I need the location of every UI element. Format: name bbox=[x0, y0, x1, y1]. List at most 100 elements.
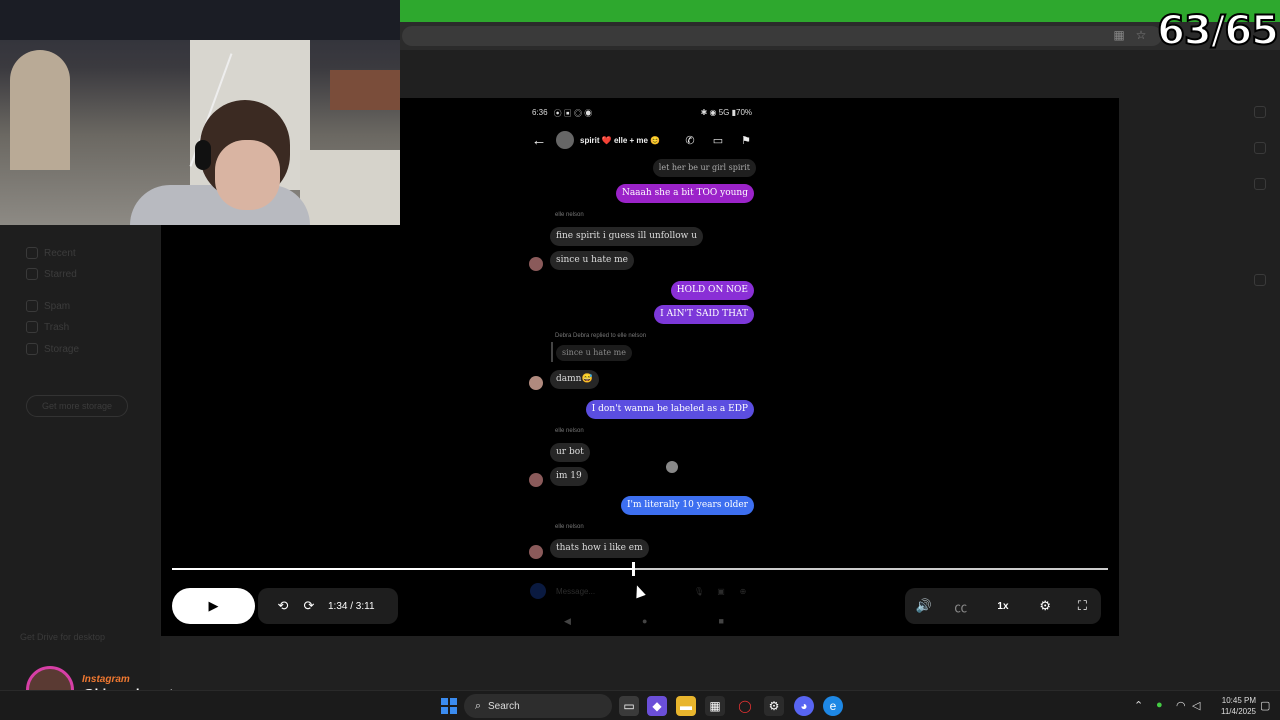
background-sidebar: Recent Starred Spam Trash Storage Get mo… bbox=[0, 225, 160, 690]
rewind-icon[interactable]: ⟲ bbox=[270, 598, 296, 614]
message-sent: I AIN'T SAID THAT bbox=[654, 305, 754, 324]
status-time: 6:36 bbox=[532, 108, 548, 117]
phone-screen-recording: 6:36 ⦿ ▣ ◎ ◉ ✱ ◉ 5G ▮70% ← spirit ❤️ ell… bbox=[524, 98, 760, 636]
file-explorer-icon[interactable]: ▬ bbox=[676, 696, 696, 716]
chat-title: spirit ❤️ elle + me 😊 bbox=[580, 135, 661, 145]
webcam-feed bbox=[0, 0, 400, 225]
plus-icon[interactable]: ⊕ bbox=[732, 587, 754, 596]
app-icon[interactable]: ⚙ bbox=[764, 696, 784, 716]
message-sent: let her be ur girl spirit bbox=[652, 159, 756, 177]
message-received: fine spirit i guess ill unfollow u bbox=[550, 227, 703, 246]
windows-start-icon[interactable] bbox=[441, 698, 457, 714]
nav-recents-icon[interactable]: ■ bbox=[719, 616, 724, 628]
apps-icon[interactable]: ▦ bbox=[1112, 28, 1126, 42]
message-sent: I don't wanna be labeled as a EDP bbox=[585, 400, 754, 419]
sidebar-item-trash[interactable]: Trash bbox=[26, 321, 69, 333]
sidebar-item-starred[interactable]: Starred bbox=[26, 268, 77, 280]
progress-thumb[interactable] bbox=[631, 562, 635, 576]
headset-icon bbox=[195, 140, 211, 170]
get-storage-button[interactable]: Get more storage bbox=[26, 395, 128, 417]
flag-icon[interactable]: ⚑ bbox=[736, 134, 756, 147]
task-view-icon[interactable]: ▭ bbox=[619, 696, 639, 716]
sidebar-item-spam[interactable]: Spam bbox=[26, 300, 70, 312]
webcam-ceiling bbox=[0, 0, 400, 40]
status-left-icons: ⦿ ▣ ◎ ◉ bbox=[553, 109, 593, 118]
score-counter: 63/65 bbox=[1156, 7, 1280, 55]
video-call-icon[interactable]: ▭ bbox=[708, 134, 728, 147]
rail-icon[interactable] bbox=[1254, 274, 1266, 286]
chat-header: ← spirit ❤️ elle + me 😊 ✆ ▭ ⚑ bbox=[528, 128, 756, 152]
play-button[interactable]: ▶ bbox=[172, 588, 255, 624]
star-icon bbox=[26, 268, 38, 280]
player-right-controls: 🔊 ㏄ 1x ⚙ ⛶ bbox=[905, 588, 1101, 624]
time-display: 1:34 / 3:11 bbox=[328, 600, 375, 612]
reply-note: Debra Debra replied to elle nelson bbox=[555, 333, 647, 339]
composer-placeholder: Message... bbox=[556, 586, 596, 596]
avatar bbox=[529, 376, 543, 390]
back-arrow-icon[interactable]: ← bbox=[528, 132, 550, 149]
seek-time-group: ⟲ ⟳ 1:34 / 3:11 bbox=[258, 588, 398, 624]
fullscreen-icon[interactable]: ⛶ bbox=[1069, 598, 1095, 614]
message-sent: Naaah she a bit TOO young bbox=[615, 184, 754, 203]
captions-icon[interactable]: ㏄ bbox=[948, 597, 974, 616]
message-sent: I'm literally 10 years older bbox=[620, 496, 754, 515]
mic-icon[interactable]: 🎙 bbox=[688, 587, 710, 596]
address-bar[interactable] bbox=[402, 26, 1162, 46]
webcam-counter bbox=[300, 150, 400, 225]
instagram-label: Instagram bbox=[82, 674, 130, 685]
avatar bbox=[529, 257, 543, 271]
phone-status-bar: 6:36 ⦿ ▣ ◎ ◉ ✱ ◉ 5G ▮70% bbox=[532, 108, 752, 120]
settings-icon[interactable]: ⚙ bbox=[1032, 598, 1058, 614]
trash-icon bbox=[26, 321, 38, 333]
sidebar-item-label: Recent bbox=[44, 247, 76, 259]
notification-icon[interactable]: ▢ bbox=[1260, 699, 1270, 712]
volume-icon[interactable]: 🔊 bbox=[911, 598, 937, 614]
sidebar-item-storage[interactable]: Storage bbox=[26, 343, 79, 355]
message-received: thats how i like em bbox=[550, 539, 649, 558]
search-icon: ⌕ bbox=[474, 699, 482, 712]
message-received: ur bot bbox=[550, 443, 590, 462]
forward-icon[interactable]: ⟳ bbox=[296, 598, 322, 614]
android-nav-bar: ◀ ● ■ bbox=[564, 616, 724, 628]
opera-icon[interactable]: ◯ bbox=[735, 696, 755, 716]
sidebar-item-recent[interactable]: Recent bbox=[26, 247, 76, 259]
nav-home-icon[interactable]: ● bbox=[642, 616, 647, 628]
mic-icon[interactable]: ● bbox=[1156, 699, 1163, 711]
webcam-doorway bbox=[10, 50, 70, 170]
nav-back-icon[interactable]: ◀ bbox=[564, 616, 571, 628]
message-received: im 19 bbox=[550, 467, 588, 486]
sidebar-item-label: Spam bbox=[44, 300, 71, 312]
clock-time: 10:45 PM bbox=[1221, 696, 1256, 705]
camera-icon[interactable] bbox=[530, 583, 546, 599]
sender-name: elle nelson bbox=[555, 212, 584, 218]
taskbar-clock[interactable]: 10:45 PM 11/4/2025 bbox=[1212, 695, 1256, 717]
avatar bbox=[529, 473, 543, 487]
star-icon[interactable]: ☆ bbox=[1134, 28, 1148, 42]
copilot-icon[interactable]: ◆ bbox=[647, 696, 667, 716]
chevron-up-icon[interactable]: ⌃ bbox=[1134, 699, 1143, 712]
progress-bar[interactable] bbox=[172, 562, 1108, 576]
sidebar-item-label: Storage bbox=[44, 343, 80, 355]
rail-icon[interactable] bbox=[1254, 106, 1266, 118]
rail-icon[interactable] bbox=[1254, 178, 1266, 190]
taskbar-search[interactable]: ⌕ Search bbox=[464, 694, 612, 718]
message-sent: HOLD ON NOE bbox=[670, 281, 754, 300]
edge-icon[interactable]: e bbox=[823, 696, 843, 716]
webcam-person-face bbox=[215, 140, 280, 210]
drive-desktop-link[interactable]: Get Drive for desktop bbox=[20, 632, 105, 642]
playback-speed-button[interactable]: 1x bbox=[985, 601, 1021, 612]
progress-fill bbox=[172, 568, 633, 570]
clock-date: 11/4/2025 bbox=[1221, 707, 1256, 716]
phone-call-icon[interactable]: ✆ bbox=[680, 134, 700, 147]
discord-icon[interactable]: ◕ bbox=[794, 696, 814, 716]
clock-icon bbox=[26, 247, 38, 259]
speaker-icon[interactable]: ◁ bbox=[1192, 699, 1200, 712]
browser-toolbar: ▦ ☆ bbox=[400, 22, 1280, 50]
wifi-icon[interactable]: ◠ bbox=[1176, 699, 1186, 712]
message-received: damn😅 bbox=[550, 370, 599, 389]
image-icon[interactable]: ▣ bbox=[710, 587, 732, 596]
quote-line bbox=[551, 342, 553, 362]
rail-icon[interactable] bbox=[1254, 142, 1266, 154]
store-icon[interactable]: ▦ bbox=[705, 696, 725, 716]
sender-name: elle nelson bbox=[555, 524, 584, 530]
